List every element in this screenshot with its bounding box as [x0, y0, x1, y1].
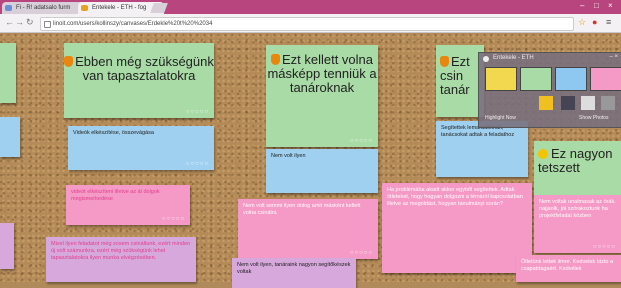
green-sticky-swatch[interactable]: [520, 67, 552, 91]
yellow-sticky-swatch[interactable]: [485, 67, 517, 91]
note-text: Ötletünk lettek ilmre. Kedvelek bizto a …: [521, 259, 614, 272]
tab-favicon-icon: [5, 5, 12, 11]
url-text: linoit.com/users/kollinszy/canvases/Erde…: [53, 21, 213, 27]
note-text: Videók elkészítése, összevágása: [73, 130, 154, 136]
sticker-palette-panel: Entekele - ETH – × Highlight Now Show Ph…: [478, 52, 621, 128]
back-icon[interactable]: ←: [5, 17, 14, 27]
url-input[interactable]: linoit.com/users/kollinszy/canvases/Erde…: [40, 17, 574, 31]
note-text: Nem volt semmi ilyen dolog amit másként …: [243, 203, 361, 216]
menu-icon[interactable]: ≡: [606, 17, 611, 27]
note-text: videót elkészíteni illetve az ál dolgok …: [71, 189, 160, 202]
sticky-note[interactable]: videót elkészíteni illetve az ál dolgok …: [66, 185, 190, 225]
sticky-note-heading[interactable]: Ez nagyon tetszett: [534, 141, 621, 195]
new-tab-button[interactable]: [150, 3, 168, 13]
note-actions-icon[interactable]: ○○○○○: [186, 161, 209, 167]
video-tool-icon[interactable]: [561, 96, 575, 110]
sticky-note[interactable]: Ötletünk lettek ilmre. Kedvelek bizto a …: [516, 255, 621, 282]
panel-title: Entekele - ETH: [493, 55, 534, 61]
sticky-note[interactable]: Nem volt ilyen, tanáraink nagyon segítők…: [232, 258, 356, 288]
tab-bar: Fi - R! adatsalo furm × Entekele - ETH -…: [0, 0, 621, 14]
sticky-note-heading[interactable]: Ebben még szükségünk van tapasztalatokra…: [64, 43, 214, 118]
sticky-note[interactable]: Nem volt semmi ilyen dolog amit másként …: [238, 199, 378, 259]
note-actions-icon[interactable]: ○○○○○: [593, 244, 616, 250]
sticky-note-edge[interactable]: [0, 117, 20, 157]
tab-label: Fi - R! adatsalo furm: [16, 5, 71, 11]
bookmark-star-icon[interactable]: ☆: [578, 17, 586, 28]
show-photos-toggle[interactable]: Show Photos: [579, 115, 608, 121]
more-tools-icon[interactable]: [601, 96, 615, 110]
sticky-note[interactable]: Segítettek lemaradóknak, tanácsokat adta…: [436, 121, 528, 177]
panel-controls-icon[interactable]: – ×: [609, 54, 618, 60]
note-actions-icon[interactable]: ○○○○○: [350, 138, 373, 144]
note-text: Ezt kellett volna másképp tenniük a taná…: [267, 52, 377, 95]
sticky-note-edge[interactable]: [0, 43, 16, 103]
forward-icon[interactable]: →: [15, 17, 24, 27]
note-text: Nem volt ilyen, tanáraink nagyon segítők…: [237, 262, 351, 275]
sticky-note[interactable]: Nem volt ilyen: [266, 149, 378, 193]
document-tool-icon[interactable]: [581, 96, 595, 110]
pushpin-icon: [270, 54, 280, 65]
address-bar-row: ← → ↻ linoit.com/users/kollinszy/canvase…: [0, 14, 621, 33]
note-text: Mivel ilyen feladatot még sosem csináltu…: [51, 241, 191, 261]
note-actions-icon[interactable]: ○○○○○: [350, 250, 373, 256]
pink-sticky-swatch[interactable]: [590, 67, 621, 91]
sticky-note-edge[interactable]: [0, 223, 14, 269]
extension-icon[interactable]: ●: [592, 17, 597, 27]
close-window-icon[interactable]: ×: [608, 1, 613, 10]
note-text: Ez nagyon tetszett: [538, 146, 613, 175]
note-text: Nem volt ilyen: [271, 153, 306, 159]
note-actions-icon[interactable]: ○○○○○: [162, 216, 185, 222]
photo-tool-icon[interactable]: [539, 96, 553, 110]
minimize-icon[interactable]: –: [580, 1, 584, 10]
highlight-toggle[interactable]: Highlight Now: [485, 115, 516, 121]
pushpin-icon: [64, 56, 74, 67]
note-text: Nem voltak unalmasak az órák. najjanlk, …: [539, 199, 616, 219]
sticky-note[interactable]: Videók elkészítése, összevágása ○○○○○: [68, 126, 214, 170]
sticky-note[interactable]: Ha problémába akadt akkor egyből segítet…: [382, 183, 532, 273]
maximize-icon[interactable]: □: [594, 1, 599, 10]
note-text: Ebben még szükségünk van tapasztalatokra: [75, 54, 214, 83]
sticky-note-heading[interactable]: Ezt csin tanár: [436, 45, 484, 117]
panel-grip-icon[interactable]: [483, 56, 489, 62]
tab-label: Entekele - ETH - fog: [92, 5, 147, 11]
sticky-note[interactable]: Nem voltak unalmasak az órák. najjanlk, …: [534, 195, 621, 253]
blue-sticky-swatch[interactable]: [555, 67, 587, 91]
note-text: Ha problémába akadt akkor egyből segítet…: [387, 187, 523, 207]
smiley-icon: [538, 149, 548, 159]
note-actions-icon[interactable]: ○○○○○: [186, 109, 209, 115]
sticky-note[interactable]: Mivel ilyen feladatot még sosem csináltu…: [46, 237, 196, 282]
tab-favicon-icon: [81, 5, 88, 11]
reload-icon[interactable]: ↻: [26, 17, 34, 28]
browser-chrome: Fi - R! adatsalo furm × Entekele - ETH -…: [0, 0, 621, 33]
page-info-icon: [44, 21, 51, 28]
sticky-note-heading[interactable]: Ezt kellett volna másképp tenniük a taná…: [266, 45, 378, 147]
pushpin-icon: [440, 56, 449, 67]
